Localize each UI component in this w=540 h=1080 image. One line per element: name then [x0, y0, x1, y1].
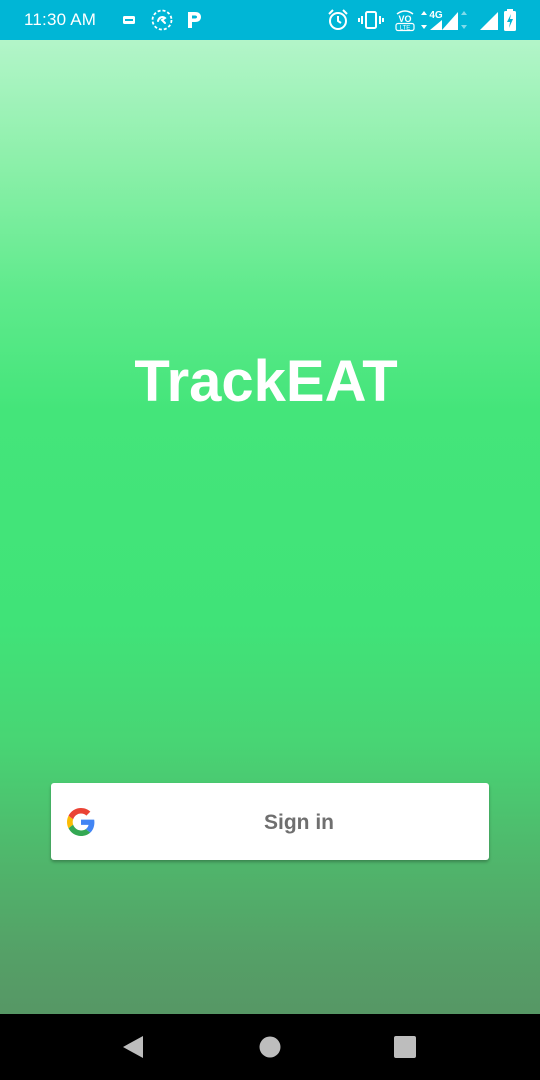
home-icon[interactable] [255, 1034, 285, 1060]
alarm-icon [328, 9, 348, 30]
volte-text: VO [398, 14, 411, 24]
signal-icon [461, 11, 498, 30]
4g-signal-icon: 4G [421, 10, 458, 30]
recents-icon[interactable] [390, 1034, 420, 1060]
app-body: TrackEAT Sign in [0, 40, 540, 1014]
vibrate-icon [358, 11, 384, 29]
network-text: 4G [429, 10, 443, 21]
app-title: TrackEAT [134, 349, 398, 414]
screen: 11:30 AM VO LTE 4G TrackEAT Sign in [0, 0, 540, 1080]
status-time: 11:30 AM [24, 10, 97, 29]
navigation-bar [0, 1014, 540, 1080]
paytm-icon [188, 12, 201, 28]
back-icon[interactable] [118, 1034, 148, 1060]
volte-icon: VO LTE [395, 10, 415, 31]
status-bar: 11:30 AM VO LTE 4G [0, 0, 540, 40]
airtel-icon [123, 16, 135, 24]
cast-icon [151, 9, 173, 31]
lte-text: LTE [400, 25, 411, 31]
google-signin-button[interactable]: Sign in [51, 783, 489, 860]
battery-charging-icon [504, 9, 516, 31]
signin-label: Sign in [264, 811, 334, 834]
